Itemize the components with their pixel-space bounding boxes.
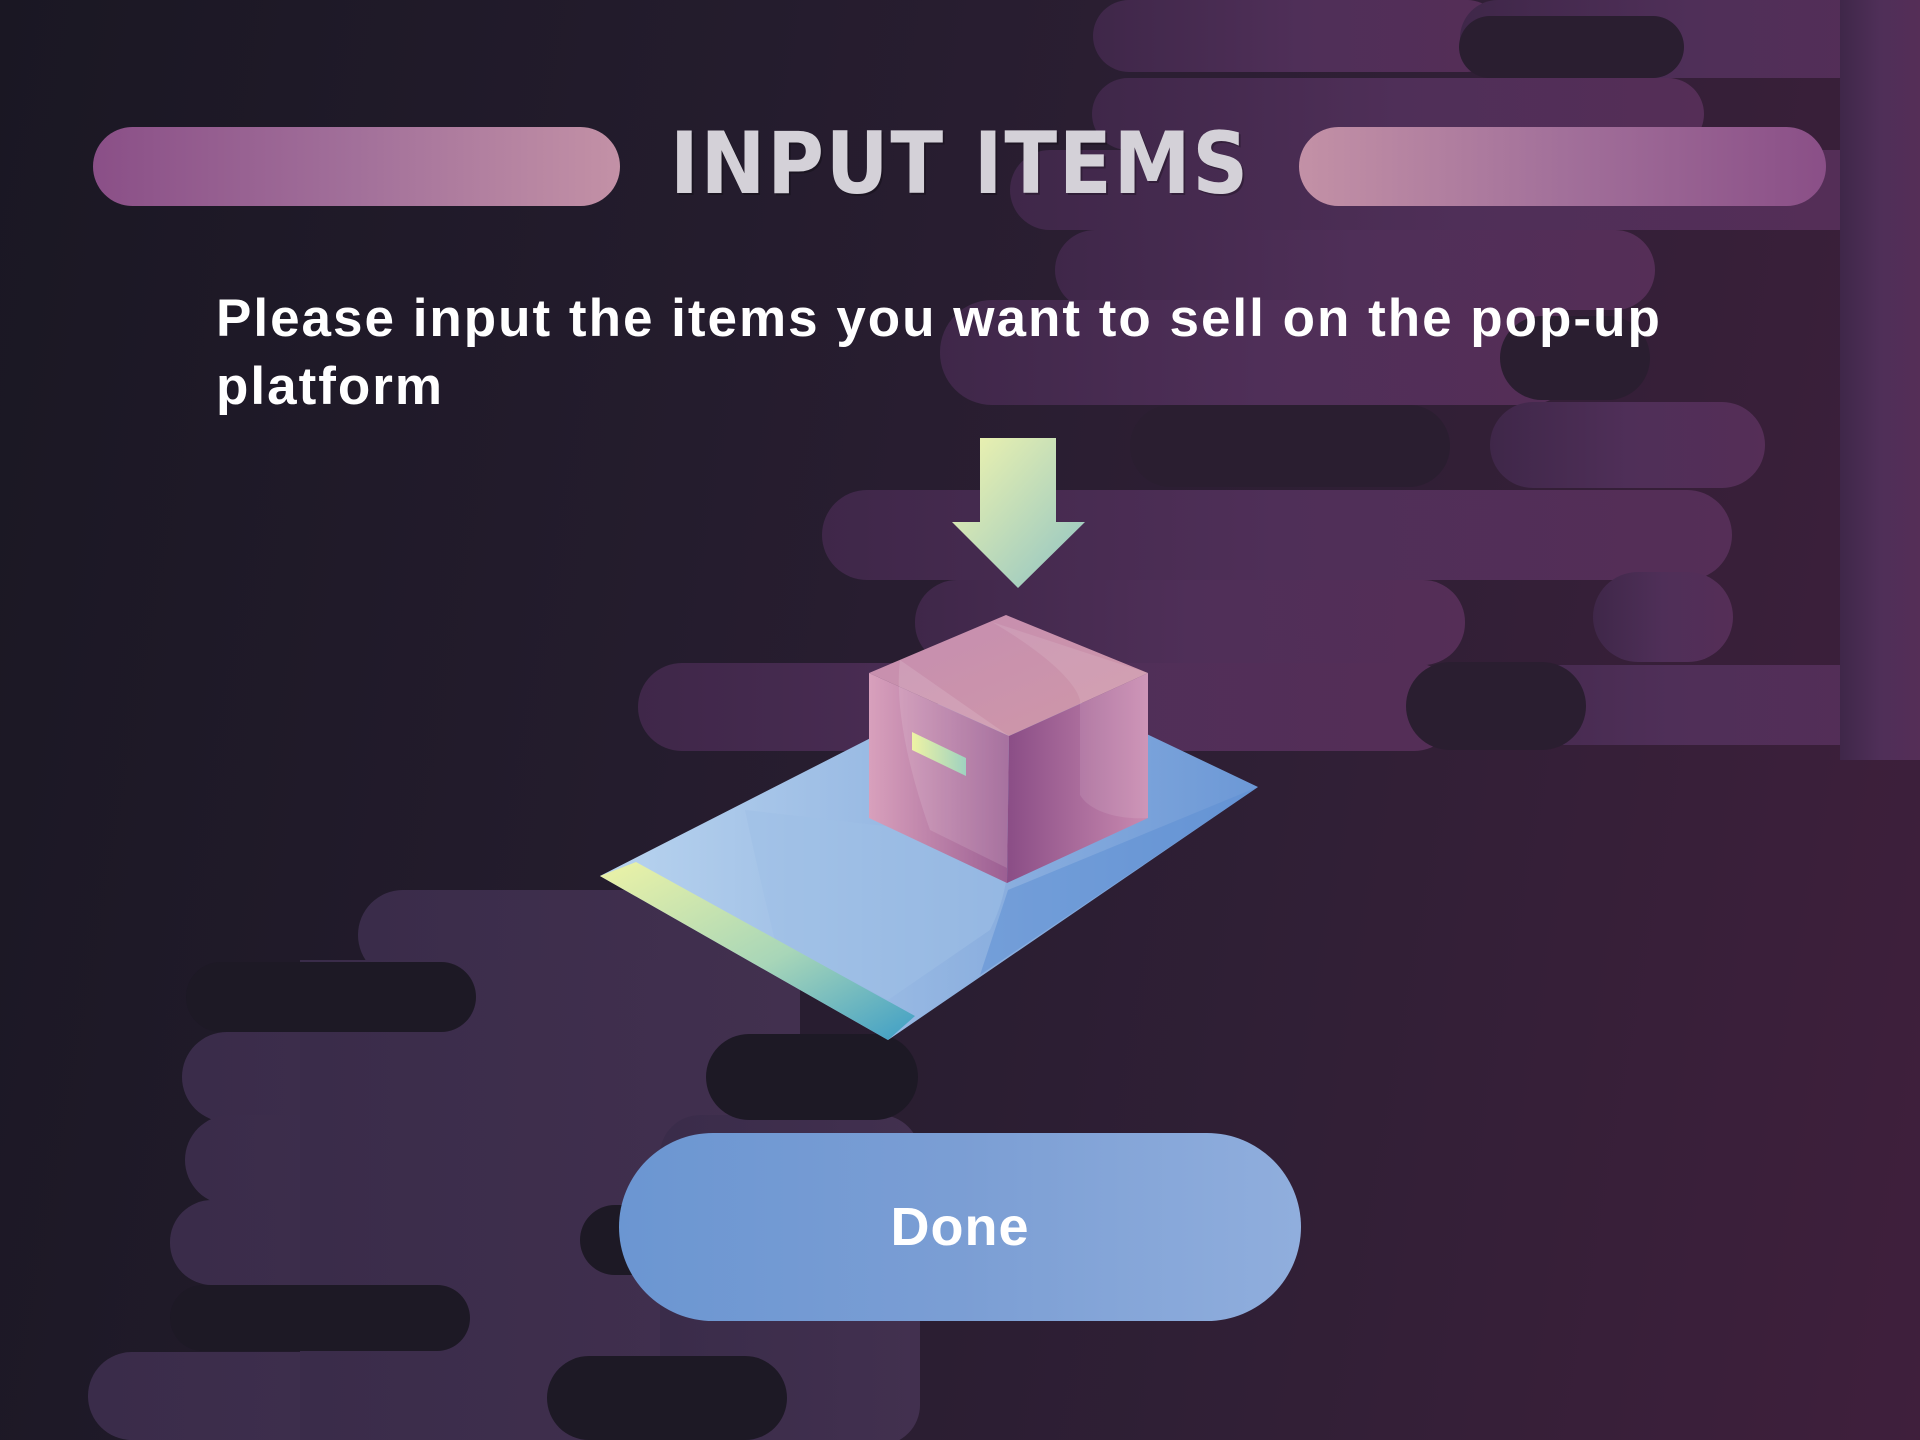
done-button[interactable]: Done [619, 1133, 1301, 1321]
down-arrow-icon [952, 438, 1085, 588]
done-button-label: Done [890, 1197, 1030, 1257]
game-screen: INPUT ITEMS Please input the items you w… [0, 0, 1920, 1440]
